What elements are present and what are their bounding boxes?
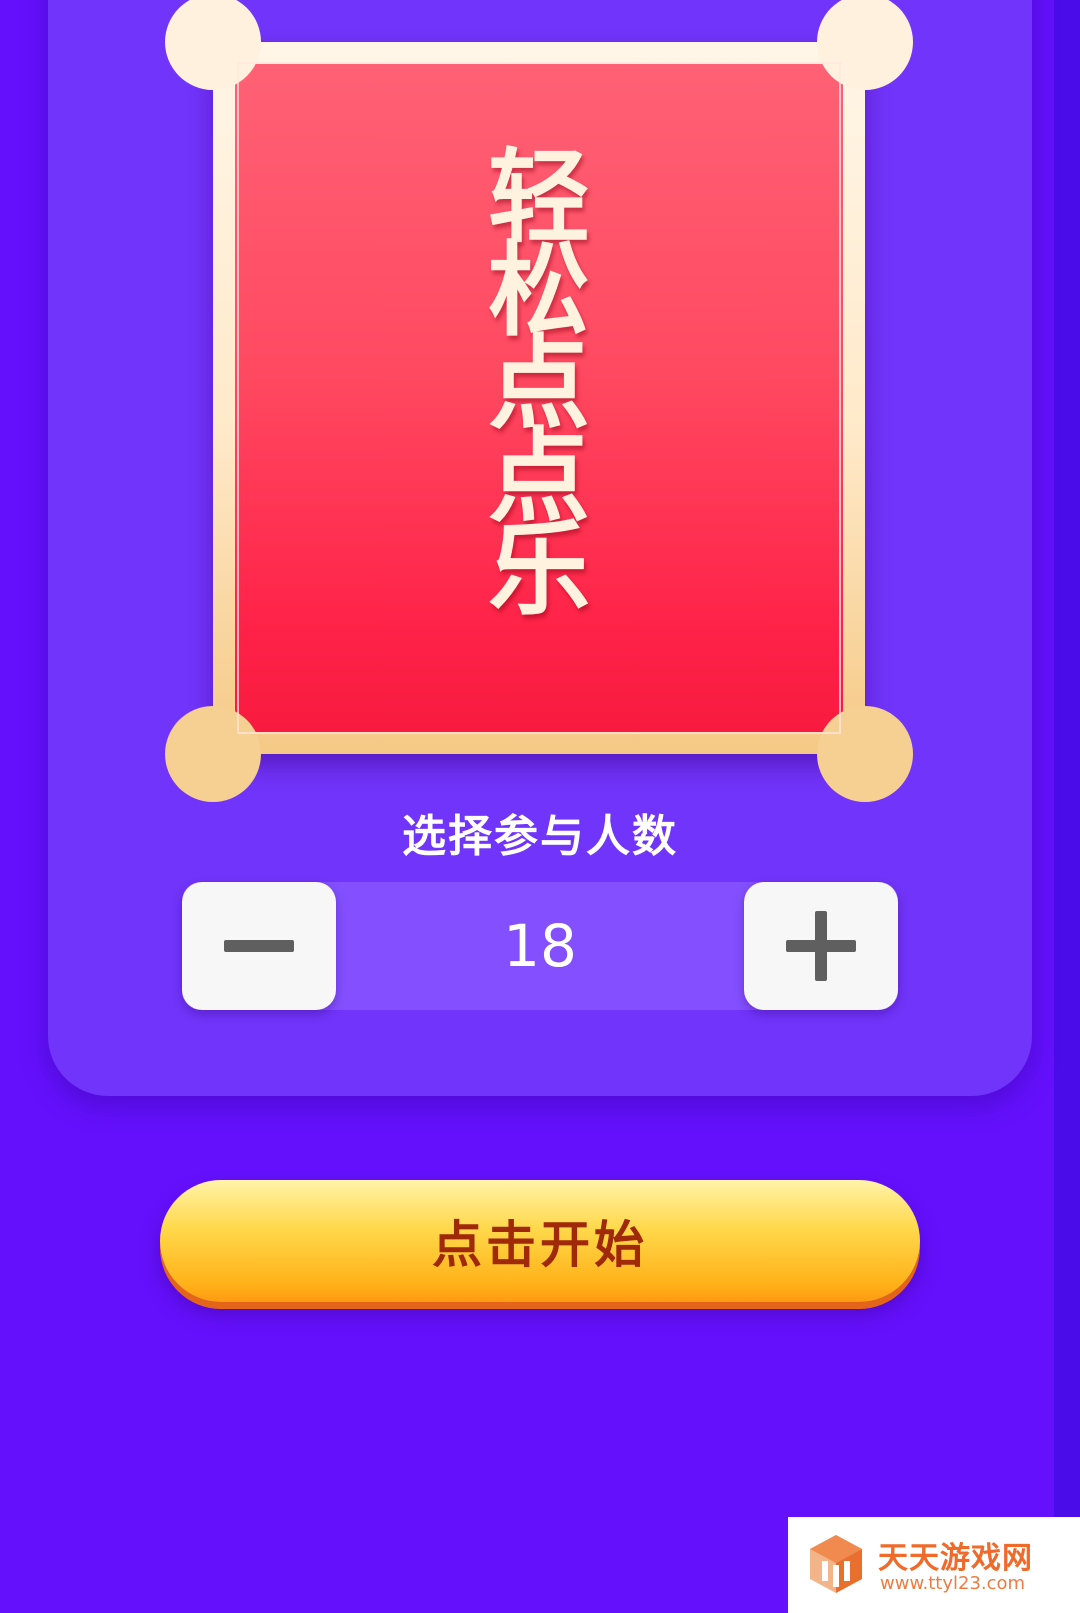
start-button[interactable]: 点击开始 [160, 1180, 920, 1302]
increment-button[interactable] [744, 882, 898, 1010]
player-count-value: 18 [503, 912, 577, 980]
player-count-stepper: 18 [182, 882, 898, 1010]
watermark-site-url: www.ttyl23.com [880, 1573, 1026, 1594]
decrement-button[interactable] [182, 882, 336, 1010]
watermark-site-name: 天天游戏网 [878, 1541, 1033, 1576]
minus-icon [224, 940, 294, 952]
player-count-label: 选择参与人数 [402, 811, 678, 862]
site-watermark: 天天游戏网 www.ttyl23.com [788, 1517, 1080, 1613]
plus-icon [786, 911, 856, 981]
game-title-card: 轻松点点乐 [165, 0, 913, 802]
start-button-label: 点击开始 [432, 1216, 648, 1274]
game-title: 轻松点点乐 [488, 139, 590, 630]
cube-logo-icon [810, 1535, 862, 1593]
